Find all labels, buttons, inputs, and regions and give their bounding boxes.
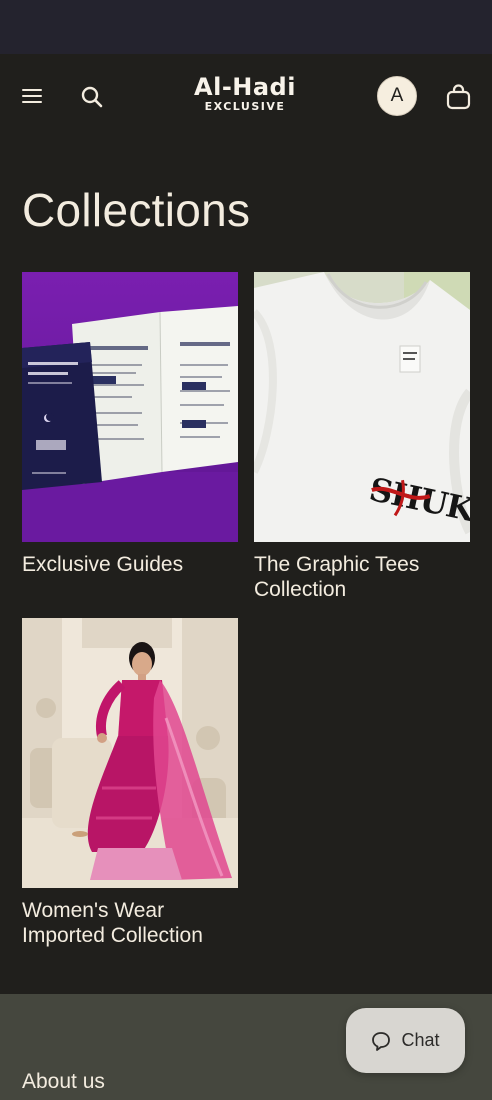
collection-image-guides[interactable] — [22, 272, 238, 542]
collection-image-tees[interactable]: SHUKR — [254, 272, 470, 542]
about-us-link[interactable]: About us — [22, 1070, 105, 1094]
chat-bubble-icon — [372, 1031, 391, 1051]
collection-card-womens-wear[interactable]: Women's Wear Imported Collection — [22, 618, 238, 948]
collection-card-exclusive-guides[interactable]: Exclusive Guides — [22, 272, 238, 577]
search-button[interactable] — [80, 85, 104, 109]
status-bar — [0, 0, 492, 54]
menu-icon-line — [22, 95, 42, 97]
chat-button[interactable]: Chat — [346, 1008, 465, 1073]
page-title: Collections — [22, 184, 251, 236]
cart-icon — [446, 84, 471, 110]
collection-image-womens-wear[interactable] — [22, 618, 238, 888]
collection-title[interactable]: Women's Wear Imported Collection — [22, 898, 238, 948]
menu-icon-line — [22, 89, 42, 91]
logo-main-text: Al-Hadi — [194, 73, 296, 101]
menu-button[interactable] — [22, 88, 42, 104]
site-logo[interactable]: Al-Hadi EXCLUSIVE — [190, 74, 300, 118]
search-icon — [81, 86, 103, 108]
collection-title[interactable]: The Graphic Tees Collection — [254, 552, 470, 602]
logo-sub-text: EXCLUSIVE — [204, 100, 286, 113]
menu-icon-line — [22, 101, 42, 103]
cart-button[interactable] — [446, 84, 471, 110]
chat-label: Chat — [401, 1030, 440, 1050]
avatar-initial: A — [390, 85, 404, 106]
collection-card-graphic-tees[interactable]: SHUKR The Graphic Tees Collection — [254, 272, 470, 602]
collection-title[interactable]: Exclusive Guides — [22, 552, 238, 577]
site-header: Al-Hadi EXCLUSIVE A — [0, 54, 492, 140]
account-avatar[interactable]: A — [377, 76, 417, 116]
